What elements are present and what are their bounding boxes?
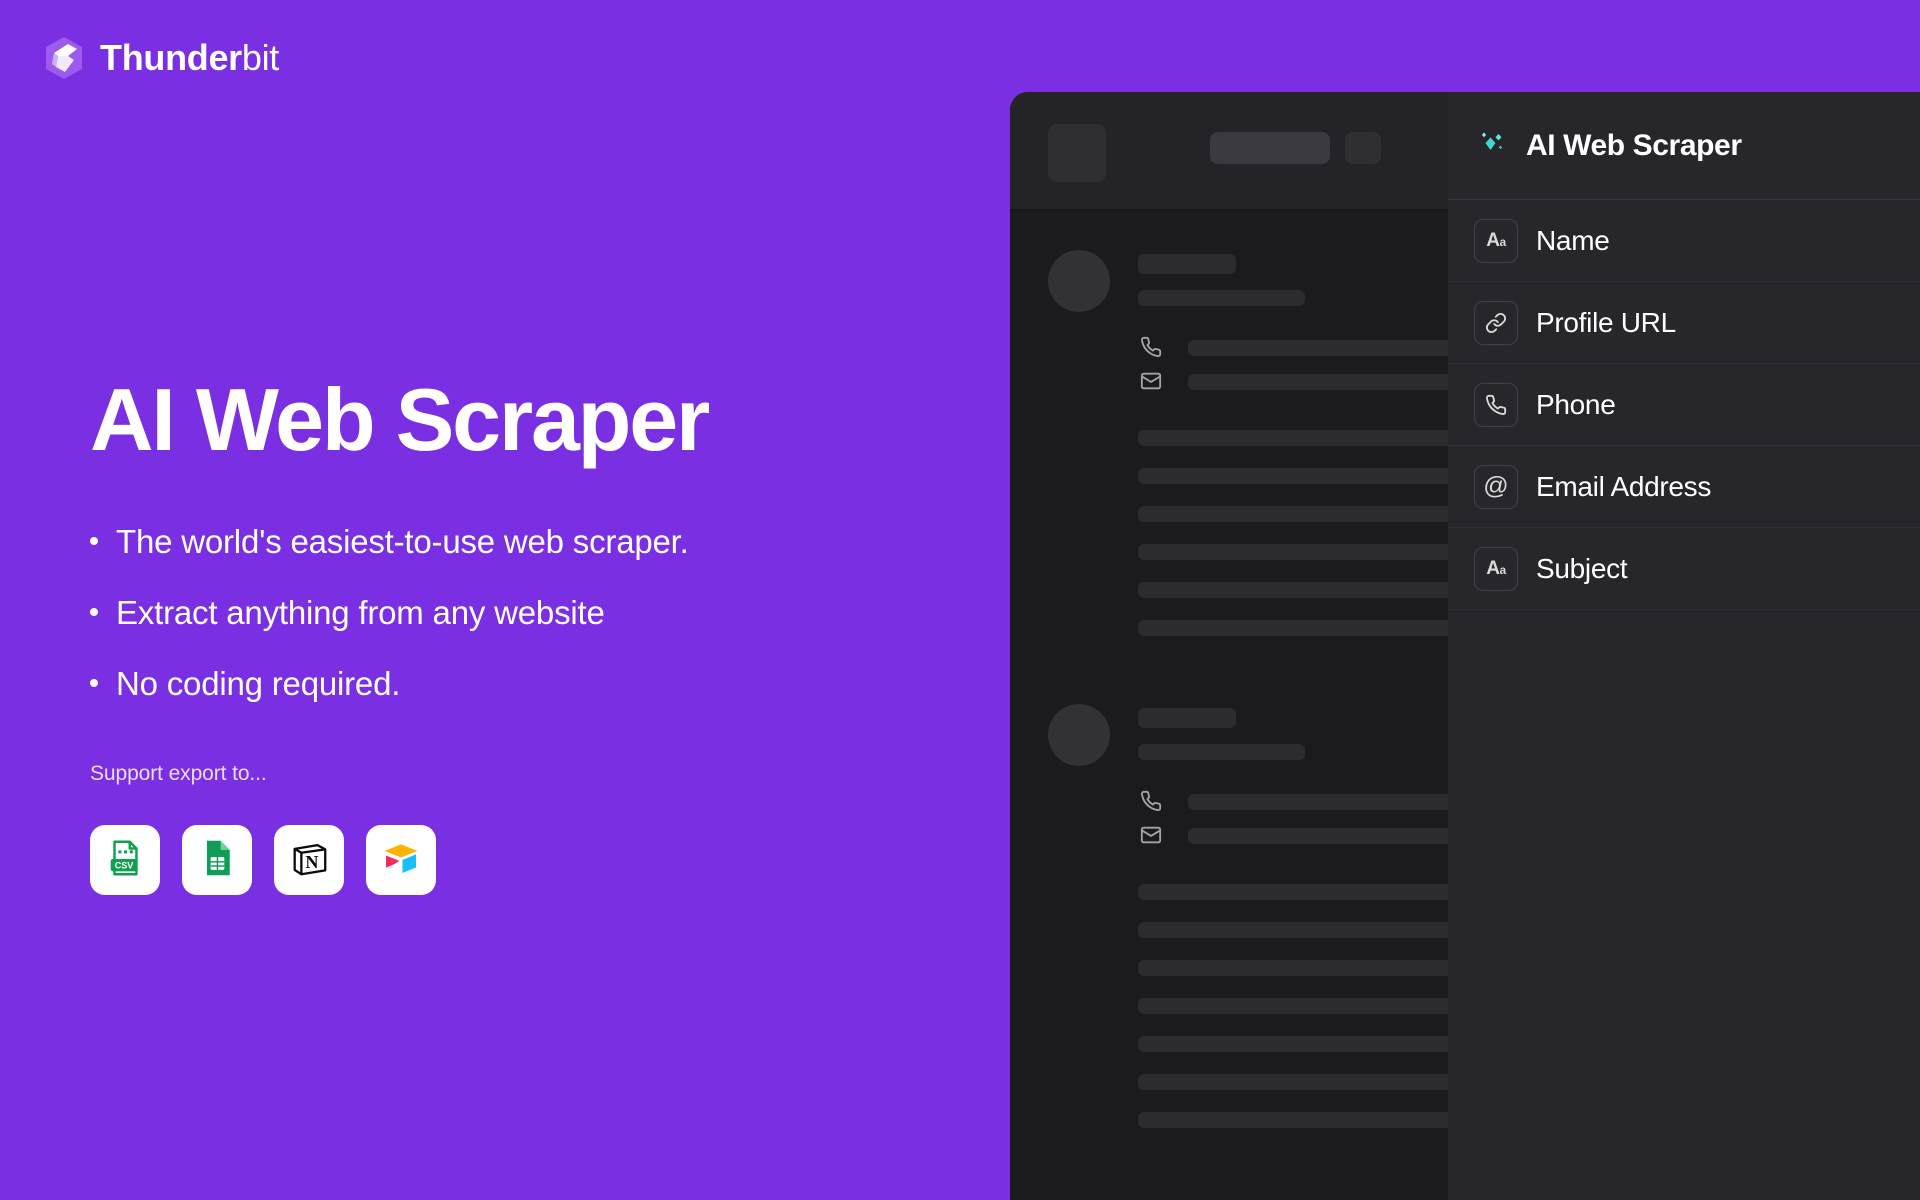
toolbar-action-placeholder[interactable]	[1345, 132, 1381, 164]
field-row-email-address[interactable]: @ Email Address	[1448, 446, 1920, 528]
panel-header: AI Web Scraper	[1448, 92, 1920, 200]
brand-name-bold: Thunder	[100, 37, 242, 78]
brand-name-light: bit	[241, 37, 280, 78]
field-row-phone[interactable]: Phone	[1448, 364, 1920, 446]
export-support-label: Support export to...	[90, 762, 267, 785]
svg-text:N: N	[305, 852, 318, 872]
ai-web-scraper-panel: AI Web Scraper Aa Name Profile URL Phone…	[1448, 92, 1920, 1200]
page-title: AI Web Scraper	[90, 370, 710, 469]
sparkle-ai-icon	[1474, 126, 1508, 165]
at-sign-icon: @	[1474, 464, 1518, 509]
list-item: The world's easiest-to-use web scraper.	[90, 525, 689, 558]
skeleton-line	[1138, 1112, 1468, 1128]
skeleton-title	[1138, 254, 1236, 274]
notion-icon: N	[288, 837, 330, 884]
field-label: Subject	[1536, 552, 1628, 584]
export-target-google-sheets[interactable]	[182, 825, 252, 895]
brand-logo[interactable]: Thunderbit	[44, 36, 279, 80]
skeleton-line	[1138, 468, 1468, 484]
text-aa-icon: Aa	[1474, 218, 1518, 263]
page-root: AI Web Scraper Aa Name Profile URL Phone…	[0, 0, 1920, 1200]
bullet-text: No coding required.	[116, 665, 401, 702]
field-row-profile-url[interactable]: Profile URL	[1448, 282, 1920, 364]
skeleton-line	[1138, 430, 1468, 446]
export-target-notion[interactable]: N	[274, 825, 344, 895]
export-target-airtable[interactable]	[366, 825, 436, 895]
avatar	[1048, 250, 1110, 312]
list-item: No coding required.	[90, 667, 689, 700]
skeleton-line	[1138, 582, 1468, 598]
field-row-subject[interactable]: Aa Subject	[1448, 528, 1920, 610]
skeleton-line	[1138, 922, 1468, 938]
text-aa-icon: Aa	[1474, 546, 1518, 591]
skeleton-line	[1138, 1036, 1468, 1052]
skeleton-line	[1138, 960, 1468, 976]
field-label: Phone	[1536, 388, 1616, 420]
skeleton-line	[1138, 998, 1468, 1014]
bullet-text: The world's easiest-to-use web scraper.	[116, 523, 689, 560]
export-target-list: CSV N	[90, 825, 436, 895]
list-item: Extract anything from any website	[90, 596, 689, 629]
phone-icon	[1140, 336, 1162, 363]
bullet-text: Extract anything from any website	[116, 594, 605, 631]
toolbar-address-placeholder[interactable]	[1210, 132, 1330, 164]
field-row-name[interactable]: Aa Name	[1448, 200, 1920, 282]
brand-name: Thunderbit	[100, 40, 279, 76]
skeleton-line	[1138, 544, 1468, 560]
skeleton-line	[1138, 1074, 1468, 1090]
phone-icon	[1474, 382, 1518, 427]
skeleton-title	[1138, 708, 1236, 728]
panel-title: AI Web Scraper	[1526, 128, 1742, 162]
google-sheets-icon	[197, 838, 237, 883]
skeleton-line	[1138, 620, 1468, 636]
svg-text:CSV: CSV	[115, 860, 134, 870]
toolbar-tab-placeholder[interactable]	[1048, 124, 1106, 182]
field-label: Name	[1536, 224, 1610, 256]
csv-file-icon: CSV	[104, 837, 146, 884]
bullet-dot-icon	[90, 537, 98, 545]
bullet-dot-icon	[90, 679, 98, 687]
envelope-icon	[1140, 824, 1162, 851]
field-label: Email Address	[1536, 470, 1712, 502]
airtable-icon	[381, 838, 421, 883]
bullet-dot-icon	[90, 608, 98, 616]
skeleton-line	[1138, 884, 1468, 900]
export-target-csv[interactable]: CSV	[90, 825, 160, 895]
phone-icon	[1140, 790, 1162, 817]
feature-bullet-list: The world's easiest-to-use web scraper. …	[90, 525, 689, 738]
skeleton-subtitle	[1138, 290, 1305, 306]
link-icon	[1474, 300, 1518, 345]
envelope-icon	[1140, 370, 1162, 397]
skeleton-line	[1138, 506, 1468, 522]
avatar	[1048, 704, 1110, 766]
skeleton-subtitle	[1138, 744, 1305, 760]
thunderbit-hexagon-logo-icon	[44, 36, 84, 80]
field-label: Profile URL	[1536, 306, 1676, 338]
